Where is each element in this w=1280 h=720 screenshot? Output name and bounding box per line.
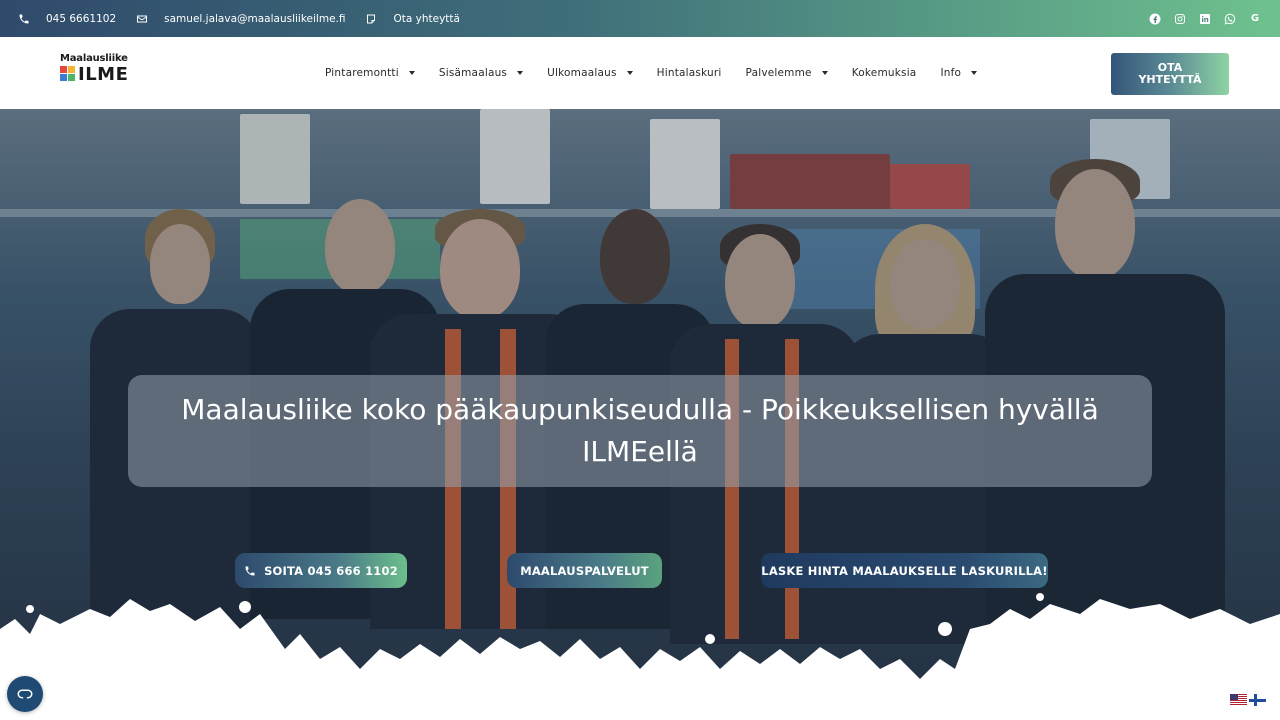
finnish-flag-icon[interactable] (1249, 694, 1266, 706)
contact-cta-button[interactable]: OTA YHTEYTTÄ (1111, 53, 1229, 95)
main-nav: Pintaremontti Sisämaalaus Ulkomaalaus Hi… (325, 37, 1001, 109)
contact-label: Ota yhteyttä (393, 12, 460, 25)
contact-link[interactable]: Ota yhteyttä (365, 12, 460, 25)
price-calculator-button[interactable]: LASKE HINTA MAALAUKSELLE LASKURILLA! (761, 553, 1048, 588)
hero-title: Maalausliike koko pääkaupunkiseudulla - … (128, 375, 1152, 487)
accessibility-icon (17, 689, 33, 699)
email-link[interactable]: samuel.jalava@maalausliikeilme.fi (136, 13, 345, 25)
whatsapp-icon[interactable] (1223, 12, 1237, 26)
paintbrush-icon (60, 66, 76, 82)
logo-text-top: Maalausliike (60, 53, 128, 64)
phone-icon (245, 566, 255, 575)
nav-label: Kokemuksia (851, 67, 917, 79)
nav-label: Pintaremontti (325, 67, 399, 79)
phone-number: 045 6661102 (46, 12, 117, 25)
paint-splash-divider (0, 593, 1280, 720)
chevron-down-icon (517, 71, 524, 75)
english-flag-icon[interactable] (1230, 694, 1247, 706)
site-logo[interactable]: Maalausliike ILME (60, 53, 142, 93)
email-address: samuel.jalava@maalausliikeilme.fi (164, 12, 346, 25)
top-contact-bar: 045 6661102 samuel.jalava@maalausliikeil… (0, 0, 1280, 37)
chevron-down-icon (821, 71, 828, 75)
language-switcher (1230, 694, 1268, 706)
chevron-down-icon (408, 71, 415, 75)
logo-text-main: ILME (78, 64, 129, 85)
nav-item-kokemuksia[interactable]: Kokemuksia (852, 67, 917, 79)
hero-section: Maalausliike koko pääkaupunkiseudulla - … (0, 109, 1280, 720)
nav-item-palvelemme[interactable]: Palvelemme (746, 67, 828, 79)
nav-label: Sisämaalaus (438, 67, 508, 79)
call-button-label: SOITA 045 666 1102 (264, 563, 398, 578)
social-links: G (1137, 12, 1262, 26)
accessibility-toggle-button[interactable] (7, 676, 43, 712)
site-header: Maalausliike ILME Pintaremontti Sisämaal… (0, 37, 1280, 109)
instagram-icon[interactable] (1173, 12, 1187, 26)
nav-label: Ulkomaalaus (547, 67, 617, 79)
nav-item-sisamaalaus[interactable]: Sisämaalaus (438, 67, 524, 79)
nav-item-hintalaskuri[interactable]: Hintalaskuri (657, 67, 722, 79)
chevron-down-icon (971, 71, 978, 75)
phone-icon (19, 14, 29, 23)
envelope-icon (137, 15, 148, 22)
nav-item-info[interactable]: Info (940, 67, 978, 79)
chevron-down-icon (626, 71, 633, 75)
note-icon (367, 14, 376, 23)
nav-label: Palvelemme (745, 67, 812, 79)
nav-label: Info (940, 67, 962, 79)
call-button[interactable]: SOITA 045 666 1102 (235, 553, 407, 588)
linkedin-icon[interactable] (1198, 12, 1212, 26)
nav-item-ulkomaalaus[interactable]: Ulkomaalaus (547, 67, 633, 79)
nav-item-pintaremontti[interactable]: Pintaremontti (325, 67, 415, 79)
phone-link[interactable]: 045 6661102 (18, 13, 116, 25)
nav-label: Hintalaskuri (656, 67, 722, 79)
facebook-icon[interactable] (1148, 12, 1162, 26)
services-button[interactable]: MAALAUSPALVELUT (507, 553, 662, 588)
google-icon[interactable]: G (1248, 12, 1262, 26)
